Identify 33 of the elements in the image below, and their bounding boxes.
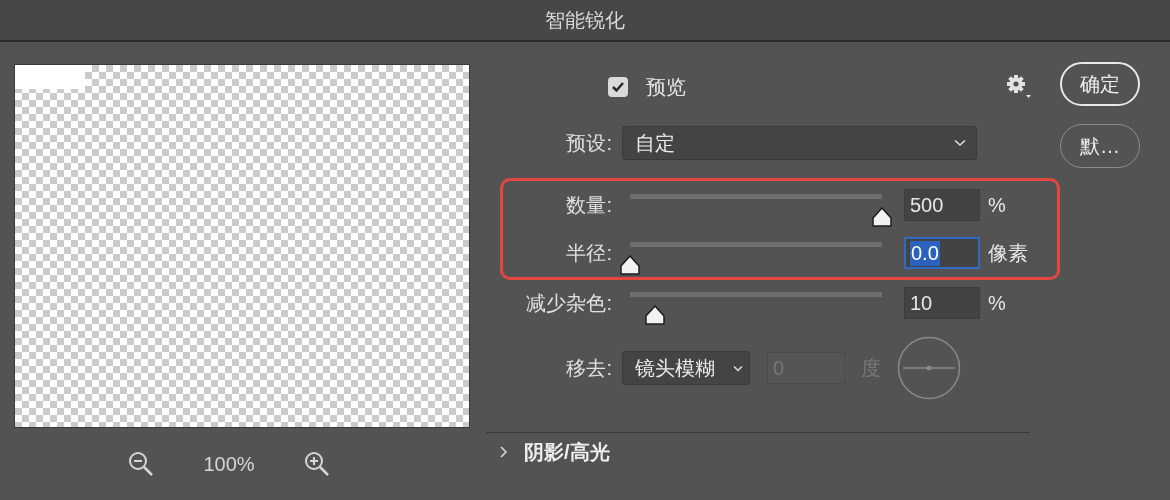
gear-icon: [1006, 74, 1032, 100]
preview-label: 预览: [646, 74, 686, 100]
slider-thumb[interactable]: [619, 255, 641, 275]
value-field[interactable]: 0.0: [904, 237, 980, 269]
preset-label: 预设:: [565, 130, 612, 156]
preview-checkbox[interactable]: [608, 77, 628, 97]
zoom-in-icon: [304, 451, 330, 477]
chevron-right-icon: [498, 445, 510, 459]
zoom-in-button[interactable]: [304, 451, 330, 477]
zoom-out-button[interactable]: [128, 451, 154, 477]
ok-button[interactable]: 确定: [1060, 62, 1140, 106]
value-field[interactable]: 10: [904, 287, 980, 319]
blur-type-dropdown[interactable]: 镜头模糊: [622, 351, 750, 385]
default-button[interactable]: 默…: [1060, 124, 1140, 168]
unit-label: 像素: [988, 240, 1028, 266]
preset-dropdown[interactable]: 自定: [622, 126, 977, 160]
slider-thumb[interactable]: [871, 207, 893, 227]
settings-button[interactable]: [1006, 74, 1032, 100]
unit-label: %: [988, 291, 1006, 315]
zoom-out-icon: [128, 451, 154, 477]
slider-label: 数量:: [565, 192, 612, 218]
slider-label: 半径:: [565, 240, 612, 266]
slider-label: 减少杂色:: [525, 290, 612, 316]
shadows-highlights-section[interactable]: 阴影/高光: [498, 433, 610, 471]
check-icon: [611, 81, 625, 93]
zoom-level: 100%: [202, 452, 256, 476]
unit-label: %: [988, 193, 1006, 217]
window-title: 智能锐化: [545, 7, 625, 33]
remove-label: 移去:: [565, 355, 612, 381]
value-field[interactable]: 500: [904, 189, 980, 221]
slider-thumb[interactable]: [644, 305, 667, 325]
chevron-down-icon: [733, 364, 743, 372]
chevron-down-icon: [954, 139, 966, 147]
